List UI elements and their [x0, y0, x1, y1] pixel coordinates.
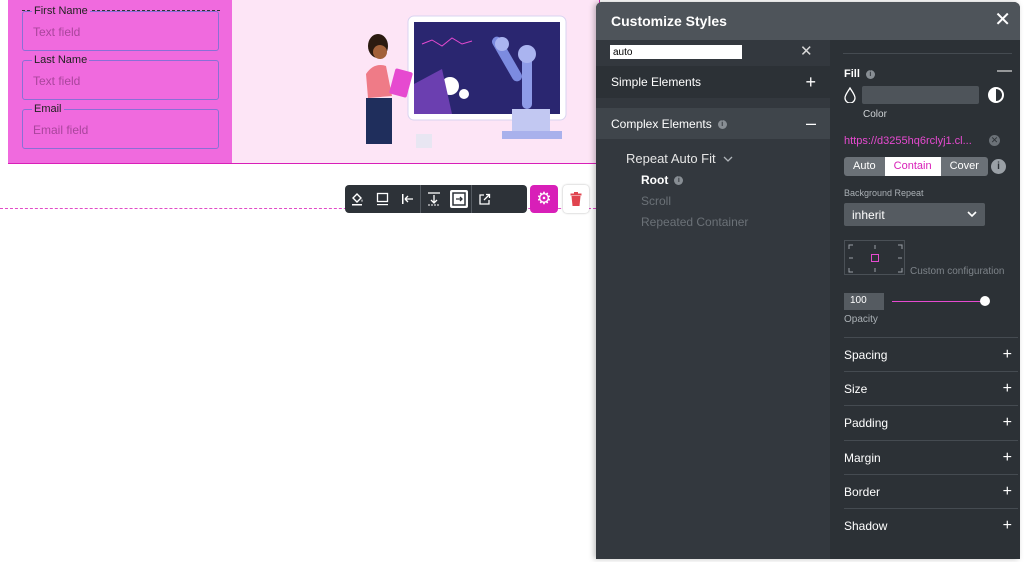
accordion-border[interactable]: Border +: [844, 474, 1018, 508]
droplet-icon: [844, 87, 856, 103]
accordion-spacing[interactable]: Spacing +: [844, 337, 1018, 371]
collapse-minus-icon[interactable]: –: [806, 113, 816, 134]
collapse-minus-icon[interactable]: —: [997, 62, 1012, 79]
accordion-margin[interactable]: Margin +: [844, 440, 1018, 474]
expand-plus-icon[interactable]: +: [1003, 380, 1012, 398]
background-repeat-label: Background Repeat: [844, 188, 924, 198]
expand-plus-icon[interactable]: +: [1003, 346, 1012, 364]
expand-plus-icon[interactable]: +: [1003, 414, 1012, 432]
expand-plus-icon[interactable]: +: [1003, 483, 1012, 501]
gear-icon[interactable]: ⚙: [530, 185, 558, 213]
size-option-cover[interactable]: Cover: [940, 157, 988, 176]
background-position-picker[interactable]: [844, 240, 905, 275]
tree-item-scroll[interactable]: Scroll: [641, 191, 830, 212]
tree-component-label: Repeat Auto Fit: [626, 151, 716, 166]
email-placeholder: Email field: [33, 123, 89, 137]
accordion-size[interactable]: Size +: [844, 371, 1018, 405]
email-field[interactable]: Email Email field: [22, 103, 219, 149]
expand-plus-icon[interactable]: +: [805, 72, 816, 93]
paint-bucket-icon[interactable]: [345, 185, 370, 213]
fill-title-text: Fill: [844, 68, 860, 80]
align-left-icon[interactable]: [395, 185, 420, 213]
accordion-label: Margin: [844, 450, 881, 465]
opacity-label: Opacity: [844, 314, 878, 325]
info-icon: i: [865, 69, 875, 79]
contrast-icon[interactable]: [988, 87, 1004, 103]
vertical-align-icon[interactable]: [421, 185, 446, 213]
opacity-slider-knob[interactable]: [980, 296, 990, 306]
robot-illustration: [366, 15, 567, 148]
background-repeat-select[interactable]: inherit: [844, 203, 985, 226]
expand-plus-icon[interactable]: +: [1003, 517, 1012, 535]
email-label: Email: [32, 103, 64, 115]
info-icon: i: [717, 119, 727, 129]
first-name-label: First Name: [32, 5, 90, 17]
accordion-label: Padding: [844, 415, 889, 430]
tree-item-root[interactable]: Root i: [641, 170, 830, 191]
accordion-shadow[interactable]: Shadow +: [844, 508, 1018, 542]
horizontal-fit-active: [449, 190, 468, 208]
horizontal-fit-icon[interactable]: [446, 185, 471, 213]
tree-item-root-label: Root: [641, 173, 669, 187]
simple-elements-label: Simple Elements: [611, 75, 702, 89]
tree-component-repeat-auto-fit[interactable]: Repeat Auto Fit: [626, 151, 830, 166]
element-tree-column: ✕ Simple Elements + Complex Elementsi – …: [596, 40, 830, 559]
clear-search-icon[interactable]: ✕: [800, 42, 813, 60]
complex-elements-label: Complex Elements: [611, 116, 712, 131]
last-name-placeholder: Text field: [33, 74, 81, 88]
accordion-label: Spacing: [844, 347, 888, 362]
trash-icon[interactable]: [563, 185, 589, 213]
search-input[interactable]: [610, 45, 742, 59]
accordion-padding[interactable]: Padding +: [844, 405, 1018, 439]
panel-title: Customize Styles: [596, 2, 1020, 40]
opacity-slider-track[interactable]: [892, 301, 985, 302]
last-name-label: Last Name: [32, 54, 90, 66]
chevron-down-icon: [723, 156, 733, 162]
divider: [843, 53, 1012, 54]
expand-plus-icon[interactable]: +: [1003, 449, 1012, 467]
image-url-link[interactable]: https://d3255hq6rclyj1.cl...: [844, 135, 980, 147]
element-toolbar: [345, 185, 527, 213]
clear-url-icon[interactable]: ✕: [989, 135, 1000, 146]
custom-configuration-label[interactable]: Custom configuration: [910, 266, 1005, 277]
first-name-field[interactable]: First Name Text field: [22, 5, 219, 51]
info-icon[interactable]: i: [991, 159, 1006, 174]
close-icon[interactable]: ✕: [994, 10, 1011, 30]
color-label: Color: [863, 109, 887, 120]
accordion-label: Border: [844, 484, 881, 499]
tree-item-repeated-container[interactable]: Repeated Container: [641, 212, 830, 233]
chevron-down-icon: [967, 211, 977, 218]
size-option-contain[interactable]: Contain: [884, 157, 941, 176]
fill-section-title[interactable]: Fill i: [844, 68, 875, 80]
first-name-placeholder: Text field: [33, 25, 81, 39]
color-input[interactable]: [862, 86, 979, 104]
accordion-label: Size: [844, 381, 868, 396]
position-center-marker[interactable]: [871, 254, 879, 262]
search-row: ✕: [596, 40, 830, 64]
form-column[interactable]: First Name Text field Last Name Text fie…: [8, 0, 232, 163]
size-option-auto[interactable]: Auto: [844, 157, 885, 176]
complex-elements-section[interactable]: Complex Elements i –: [596, 108, 830, 139]
info-icon: i: [674, 176, 684, 186]
opacity-input[interactable]: 100: [844, 293, 884, 310]
simple-elements-section[interactable]: Simple Elements +: [596, 66, 830, 98]
customize-styles-panel: Customize Styles ✕ ✕ Simple Elements + C…: [596, 2, 1020, 559]
background-repeat-value: inherit: [852, 208, 885, 222]
accordion-label: Shadow: [844, 518, 888, 533]
background-size-segmented: Auto Contain Cover: [844, 157, 988, 176]
open-external-icon[interactable]: [472, 185, 497, 213]
border-box-icon[interactable]: [370, 185, 395, 213]
style-properties-column: Fill i — Color https://d3255hq6rclyj1.cl.…: [830, 40, 1020, 559]
last-name-field[interactable]: Last Name Text field: [22, 54, 219, 100]
